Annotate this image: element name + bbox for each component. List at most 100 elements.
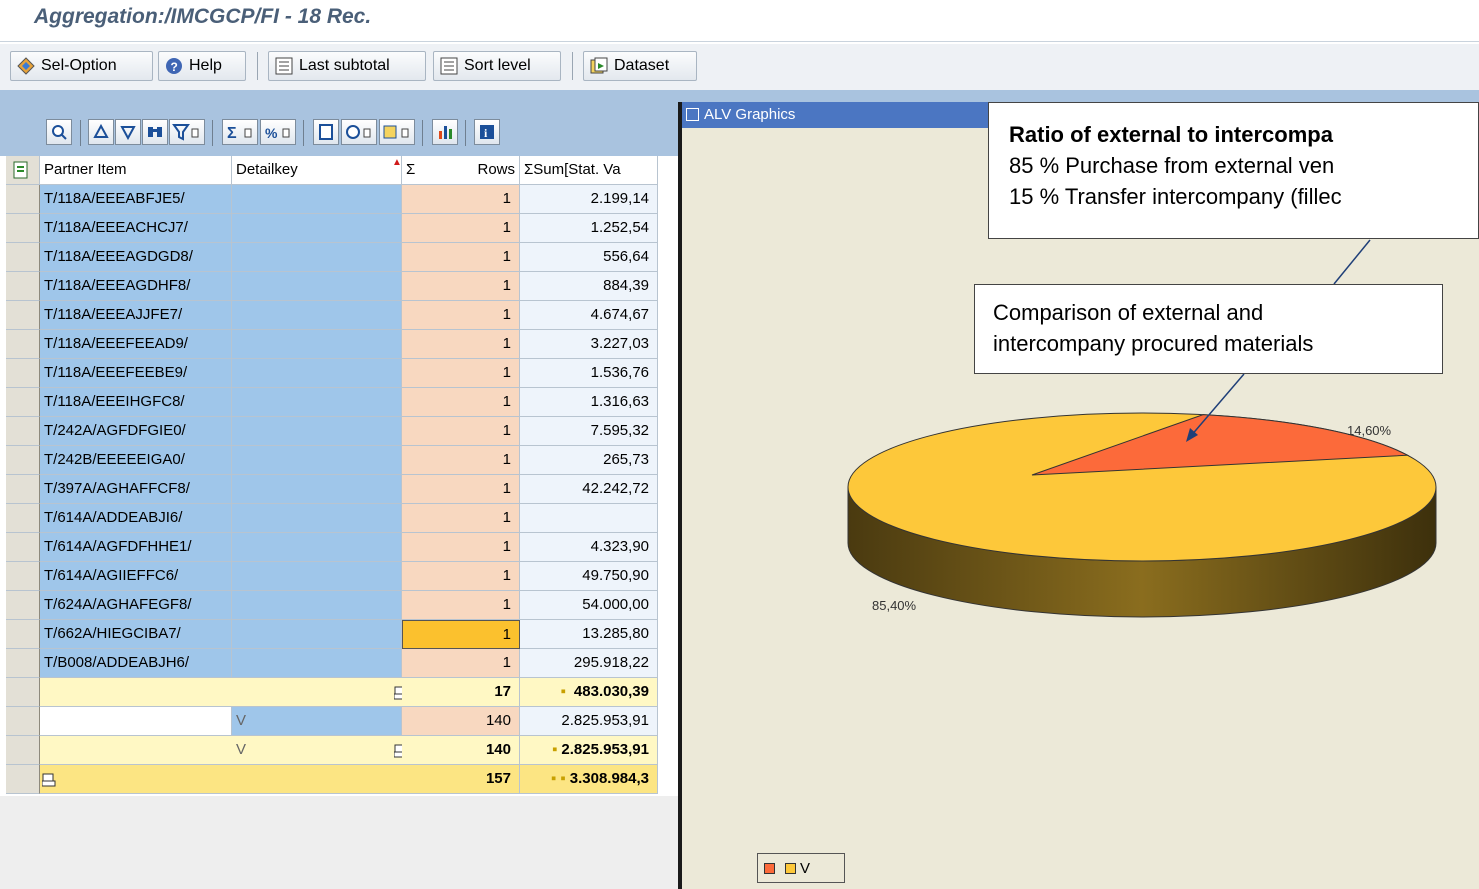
views-icon[interactable] bbox=[341, 119, 377, 145]
table-row[interactable]: V 140 2.825.953,91 bbox=[6, 707, 678, 736]
subtotal-row: V 140 ▪ 2.825.953,91 bbox=[6, 736, 678, 765]
table-row[interactable]: T/118A/EEEABFJE5/1 2.199,14 bbox=[6, 185, 678, 214]
export-icon[interactable] bbox=[379, 119, 415, 145]
sum-cell: 7.595,32 bbox=[520, 417, 658, 446]
details-icon[interactable] bbox=[46, 119, 72, 145]
subtotal-icon[interactable]: % bbox=[260, 119, 296, 145]
sort-indicator-icon: ▲ bbox=[392, 157, 402, 168]
rows-cell: 140 bbox=[402, 707, 520, 736]
subtotal-rows: 17 bbox=[402, 678, 520, 707]
row-selector[interactable] bbox=[6, 765, 40, 794]
row-selector[interactable] bbox=[6, 330, 40, 359]
help-button[interactable]: ? Help bbox=[158, 51, 246, 81]
rows-cell: 1 bbox=[402, 243, 520, 272]
sort-descending-icon[interactable] bbox=[115, 119, 141, 145]
rows-cell: 1 bbox=[402, 620, 520, 649]
partner-cell: T/118A/EEEAGDHF8/ bbox=[40, 272, 232, 301]
svg-text:%: % bbox=[265, 125, 278, 141]
toolbar-separator bbox=[257, 52, 258, 80]
detailkey-cell bbox=[232, 185, 402, 214]
row-selector[interactable] bbox=[6, 475, 40, 504]
sigma-label: Σ bbox=[406, 161, 416, 178]
row-selector[interactable] bbox=[6, 388, 40, 417]
rows-cell: 1 bbox=[402, 591, 520, 620]
row-selector[interactable] bbox=[6, 707, 40, 736]
partner-cell: T/B008/ADDEABJH6/ bbox=[40, 649, 232, 678]
sort-ascending-icon[interactable] bbox=[88, 119, 114, 145]
rows-cell: 1 bbox=[402, 533, 520, 562]
partner-cell: T/118A/EEEAJJFE7/ bbox=[40, 301, 232, 330]
row-selector[interactable] bbox=[6, 649, 40, 678]
table-row[interactable]: T/624A/AGHAFEGF8/1 54.000,00 bbox=[6, 591, 678, 620]
total-rows: 157 bbox=[402, 765, 520, 794]
select-all-button[interactable] bbox=[6, 156, 40, 185]
main-toolbar: Sel-Option ? Help Last subtotal Sort lev… bbox=[0, 44, 1479, 90]
row-selector[interactable] bbox=[6, 417, 40, 446]
row-selector[interactable] bbox=[6, 214, 40, 243]
sum-cell: 2.199,14 bbox=[520, 185, 658, 214]
sel-option-button[interactable]: Sel-Option bbox=[10, 51, 153, 81]
rows-cell: 1 bbox=[402, 301, 520, 330]
sort-level-button[interactable]: Sort level bbox=[433, 51, 561, 81]
sel-option-icon bbox=[17, 57, 35, 75]
graphic-icon[interactable] bbox=[432, 119, 458, 145]
row-selector[interactable] bbox=[6, 301, 40, 330]
last-subtotal-button[interactable]: Last subtotal bbox=[268, 51, 426, 81]
last-subtotal-label: Last subtotal bbox=[299, 57, 390, 74]
detailkey-cell: V bbox=[232, 707, 402, 736]
comparison-callout: Comparison of external and intercompany … bbox=[974, 284, 1443, 374]
table-row[interactable]: T/397A/AGHAFFCF8/1 42.242,72 bbox=[6, 475, 678, 504]
table-row[interactable]: T/242A/AGFDFGIE0/1 7.595,32 bbox=[6, 417, 678, 446]
column-header-sum[interactable]: ΣSum[Stat. Va bbox=[520, 156, 658, 185]
table-row[interactable]: T/242B/EEEEEIGA0/1 265,73 bbox=[6, 446, 678, 475]
row-selector[interactable] bbox=[6, 678, 40, 707]
rows-cell: 1 bbox=[402, 446, 520, 475]
table-row[interactable]: T/118A/EEEFEEBE9/1 1.536,76 bbox=[6, 359, 678, 388]
table-row[interactable]: T/118A/EEEAGDHF8/1 884,39 bbox=[6, 272, 678, 301]
row-selector[interactable] bbox=[6, 446, 40, 475]
total-icon[interactable]: Σ bbox=[222, 119, 258, 145]
row-selector[interactable] bbox=[6, 591, 40, 620]
table-row[interactable]: T/614A/AGIIEFFC6/1 49.750,90 bbox=[6, 562, 678, 591]
sel-option-label: Sel-Option bbox=[41, 57, 117, 74]
row-selector[interactable] bbox=[6, 272, 40, 301]
partner-cell: T/118A/EEEABFJE5/ bbox=[40, 185, 232, 214]
row-selector[interactable] bbox=[6, 504, 40, 533]
table-row[interactable]: T/614A/ADDEABJI6/1 bbox=[6, 504, 678, 533]
row-selector[interactable] bbox=[6, 736, 40, 765]
table-row[interactable]: T/118A/EEEACHCJ7/1 1.252,54 bbox=[6, 214, 678, 243]
list-icon bbox=[275, 57, 293, 75]
row-selector[interactable] bbox=[6, 620, 40, 649]
sum-cell: 2.825.953,91 bbox=[520, 707, 658, 736]
row-selector[interactable] bbox=[6, 562, 40, 591]
partner-cell: T/397A/AGHAFFCF8/ bbox=[40, 475, 232, 504]
row-selector[interactable] bbox=[6, 243, 40, 272]
partner-cell: T/662A/HIEGCIBA7/ bbox=[40, 620, 232, 649]
print-preview-icon[interactable] bbox=[313, 119, 339, 145]
rows-cell: 1 bbox=[402, 649, 520, 678]
partner-cell: T/614A/AGFDFHHE1/ bbox=[40, 533, 232, 562]
information-icon[interactable]: i bbox=[474, 119, 500, 145]
alv-separator bbox=[465, 120, 466, 146]
table-row[interactable]: T/118A/EEEAJJFE7/1 4.674,67 bbox=[6, 301, 678, 330]
subtotal-sum: ▪ 483.030,39 bbox=[520, 678, 658, 707]
column-header-detailkey[interactable]: Detailkey bbox=[232, 156, 402, 185]
pie-label-minor: 14,60% bbox=[1347, 423, 1392, 438]
column-header-partner[interactable]: Partner Item bbox=[40, 156, 232, 185]
row-selector[interactable] bbox=[6, 185, 40, 214]
table-row[interactable]: T/614A/AGFDFHHE1/1 4.323,90 bbox=[6, 533, 678, 562]
sum-cell: 295.918,22 bbox=[520, 649, 658, 678]
table-row[interactable]: T/118A/EEEIHGFC8/1 1.316,63 bbox=[6, 388, 678, 417]
table-row[interactable]: T/118A/EEEAGDGD8/1 556,64 bbox=[6, 243, 678, 272]
table-row[interactable]: T/118A/EEEFEEAD9/1 3.227,03 bbox=[6, 330, 678, 359]
row-selector[interactable] bbox=[6, 533, 40, 562]
filter-icon[interactable] bbox=[169, 119, 205, 145]
rows-cell: 1 bbox=[402, 504, 520, 533]
table-row[interactable]: T/B008/ADDEABJH6/1 295.918,22 bbox=[6, 649, 678, 678]
table-row[interactable]: T/662A/HIEGCIBA7/1 13.285,80 bbox=[6, 620, 678, 649]
partner-cell: T/624A/AGHAFEGF8/ bbox=[40, 591, 232, 620]
row-selector[interactable] bbox=[6, 359, 40, 388]
column-header-rows[interactable]: Σ Rows bbox=[402, 156, 520, 185]
find-icon[interactable] bbox=[142, 119, 168, 145]
dataset-button[interactable]: Dataset bbox=[583, 51, 697, 81]
